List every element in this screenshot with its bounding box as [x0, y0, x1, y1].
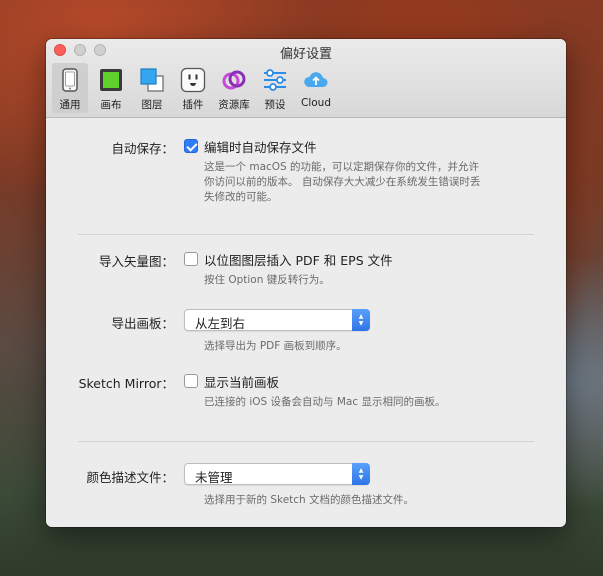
- general-settings-pane: 自动保存： 编辑时自动保存文件 这是一个 macOS 的功能，可以定期保存你的文…: [46, 118, 566, 527]
- tab-cloud[interactable]: Cloud: [298, 63, 334, 113]
- window-title: 偏好设置: [279, 47, 332, 62]
- export-artboards-description: 选择导出为 PDF 画板到顺序。: [204, 340, 347, 352]
- tab-canvas[interactable]: 画布: [93, 63, 129, 113]
- tab-presets-label: 预设: [264, 99, 286, 111]
- titlebar: 偏好设置 通用 画布 图层 插件 资源库 预设 Cloud: [46, 39, 566, 118]
- tab-layers-label: 图层: [141, 99, 163, 111]
- import-vector-checkbox-label[interactable]: 以位图图层插入 PDF 和 EPS 文件: [204, 250, 393, 269]
- tab-general[interactable]: 通用: [52, 63, 88, 113]
- plugin-icon: [180, 67, 206, 93]
- tab-plugins-label: 插件: [182, 99, 204, 111]
- tab-cloud-label: Cloud: [301, 97, 331, 109]
- tab-canvas-label: 画布: [100, 99, 122, 111]
- tab-layers[interactable]: 图层: [134, 63, 170, 113]
- tab-plugins[interactable]: 插件: [175, 63, 211, 113]
- color-profile-select[interactable]: 未管理 ▲ ▼: [184, 463, 370, 485]
- autosave-checkbox-label[interactable]: 编辑时自动保存文件: [204, 137, 317, 156]
- autosave-checkbox[interactable]: [184, 139, 198, 153]
- import-vector-label: 导入矢量图：: [98, 254, 174, 269]
- section-divider: [78, 441, 534, 442]
- sketch-mirror-description: 已连接的 iOS 设备会自动与 Mac 显示相同的画板。: [204, 396, 446, 408]
- tab-library-label: 资源库: [218, 99, 250, 111]
- tab-presets[interactable]: 预设: [257, 63, 293, 113]
- section-divider: [78, 234, 534, 235]
- color-profile-description: 选择用于新的 Sketch 文档的颜色描述文件。: [204, 494, 415, 506]
- tab-library[interactable]: 资源库: [216, 63, 252, 113]
- export-order-select[interactable]: 从左到右 ▲ ▼: [184, 309, 370, 331]
- preferences-toolbar: 通用 画布 图层 插件 资源库 预设 Cloud: [52, 63, 339, 113]
- import-vector-description: 按住 Option 键反转行为。: [204, 274, 330, 286]
- autosave-desc-line: 你访问以前的版本。 自动保存大大减少在系统发生错误时丢: [204, 176, 481, 188]
- export-order-value: 从左到右: [195, 316, 246, 331]
- autosave-label: 自动保存：: [111, 141, 174, 156]
- sketch-mirror-label: Sketch Mirror：: [78, 376, 174, 391]
- autosave-desc-line: 失修改的可能。: [204, 191, 278, 203]
- phone-icon: [62, 68, 78, 92]
- chevron-updown-icon: ▲ ▼: [352, 463, 370, 485]
- export-artboards-label: 导出画板：: [111, 316, 174, 331]
- autosave-description: 这是一个 macOS 的功能，可以定期保存你的文件，并允许 你访问以前的版本。 …: [204, 160, 480, 205]
- layers-icon: [140, 68, 164, 92]
- sketch-mirror-checkbox-label[interactable]: 显示当前画板: [204, 372, 279, 391]
- tab-general-label: 通用: [59, 99, 81, 111]
- cloud-icon: [304, 72, 328, 87]
- color-profile-label: 颜色描述文件：: [86, 470, 174, 485]
- autosave-desc-line: 这是一个 macOS 的功能，可以定期保存你的文件，并允许: [204, 161, 480, 173]
- import-vector-checkbox[interactable]: [184, 252, 198, 266]
- sketch-mirror-checkbox[interactable]: [184, 374, 198, 388]
- library-icon: [222, 70, 246, 90]
- canvas-icon: [100, 69, 122, 91]
- chevron-updown-icon: ▲ ▼: [352, 309, 370, 331]
- color-profile-value: 未管理: [195, 470, 233, 485]
- preferences-window: 偏好设置 通用 画布 图层 插件 资源库 预设 Cloud 自动保存： 编辑时自…: [46, 39, 566, 527]
- presets-icon: [264, 69, 286, 91]
